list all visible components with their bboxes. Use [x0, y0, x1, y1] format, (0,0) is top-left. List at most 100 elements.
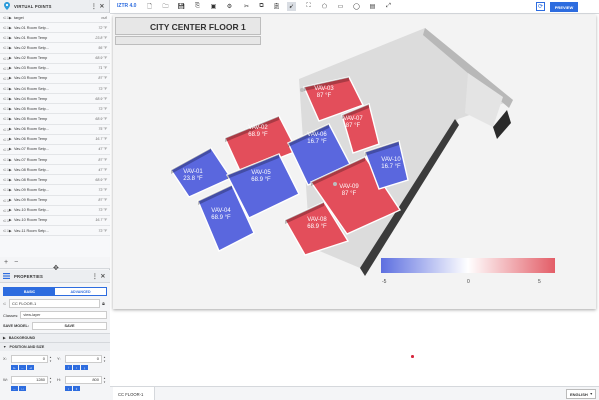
h-input[interactable]: 800	[65, 375, 102, 384]
ellipse-tool-icon[interactable]: ◯	[352, 2, 361, 11]
list-item[interactable]: ⊂⊃ ▶ Vav-10 Room Setp... 73 °F	[0, 206, 110, 216]
point-value: 72 °F	[98, 25, 107, 30]
settings-gear-icon[interactable]: ⚙	[225, 2, 234, 11]
point-name: Vav-04 Room Temp	[14, 96, 48, 101]
h-fill-button[interactable]: ⇳	[73, 386, 80, 391]
lock-icon[interactable]: 🔒︎	[100, 301, 107, 307]
paste-icon[interactable]: 📋︎	[272, 2, 281, 11]
rectangle-tool-icon[interactable]: ▭	[336, 2, 345, 11]
list-item[interactable]: ⊂⊃ ▶ Vav-06 Room Setp... 75 °F	[0, 125, 110, 135]
list-item[interactable]: ⊂⊃ ▶ Vav-06 Room Temp 16.7 °F	[0, 135, 110, 145]
polygon-tool-icon[interactable]: ⬠	[320, 2, 329, 11]
list-item[interactable]: ⊂⊃ ▶ Vav-03 Room Temp 87 °F	[0, 74, 110, 84]
list-item[interactable]: ⊂⊃ ▶ Vav-01 Room Setp... 72 °F	[0, 23, 110, 34]
list-item[interactable]: ⊂⊃ ▶ Vav-07 Room Temp 87 °F	[0, 155, 110, 166]
pointer-tool-icon[interactable]: ➹	[287, 2, 296, 11]
save-model-row: SAVE MODEL: SAVE	[3, 322, 107, 330]
point-name: Vav-09 Room Setp...	[14, 187, 49, 192]
list-item[interactable]: ⊂⊃ ▶ Vav-10 Room Temp 16.7 °F	[0, 216, 110, 226]
fullscreen-icon[interactable]: ⤢	[384, 2, 393, 11]
list-item[interactable]: ⊂⊃ ▶ Vav-04 Room Setp... 73 °F	[0, 84, 110, 95]
w-auto-button[interactable]: ↔	[11, 386, 18, 391]
room-name-label: VAV-05	[251, 170, 271, 176]
room-name-label: VAV-06	[307, 132, 327, 138]
crop-tool-icon[interactable]: ⛶	[304, 2, 313, 11]
cut-icon[interactable]: ✂	[242, 2, 251, 11]
list-item[interactable]: ⊂⊃ ▶ Vav-05 Room Setp... 73 °F	[0, 104, 110, 115]
list-item[interactable]: ⊂⊃ ▶ Vav-11 Room Setp... 73 °F	[0, 226, 110, 237]
point-value: 68.9 °F	[95, 116, 107, 121]
background-section-header[interactable]: ▶ BACKGROUND	[0, 333, 110, 342]
list-item[interactable]: ⊂⊃ ▶ target null	[0, 13, 110, 24]
list-item[interactable]: ⊂⊃ ▶ Vav-05 Room Temp 68.9 °F	[0, 114, 110, 125]
list-item[interactable]: ⊂⊃ ▶ Vav-04 Room Temp 68.9 °F	[0, 94, 110, 105]
align-center-v-button[interactable]: ↕	[73, 365, 80, 370]
open-folder-icon[interactable]: 🗀︎	[161, 2, 170, 11]
point-value: 87 °F	[98, 76, 107, 81]
w-stepper-icon[interactable]: ▴ ▾	[48, 376, 53, 384]
page-tab[interactable]: CC FLOOR-1	[113, 387, 155, 400]
align-center-h-button[interactable]: ↔	[19, 365, 26, 370]
position-grid: X: 0 ▴ ▾ ⇤ ↔ ⇥ Y: 0 ▴ ▾ ⤒ ↕ ⤓ W: 1280 ▴ …	[0, 351, 110, 391]
list-item[interactable]: ⊂⊃ ▶ Vav-03 Room Setp... 71 °F	[0, 64, 110, 74]
list-item[interactable]: ⊂⊃ ▶ Vav-01 Room Temp 23.8 °F	[0, 33, 110, 44]
align-top-button[interactable]: ⤒	[65, 365, 72, 370]
save-disk-icon[interactable]: 💾︎	[177, 2, 186, 11]
align-left-button[interactable]: ⇤	[11, 365, 18, 370]
list-item[interactable]: ⊂⊃ ▶ Vav-09 Room Setp... 73 °F	[0, 185, 110, 196]
align-right-button[interactable]: ⇥	[27, 365, 34, 370]
align-bottom-button[interactable]: ⤓	[81, 365, 88, 370]
copy-icon[interactable]: ⧉	[257, 2, 266, 11]
point-value: 23.8 °F	[95, 35, 107, 40]
remove-point-button[interactable]: −	[14, 259, 18, 266]
x-label: X:	[3, 356, 7, 361]
point-value: 68.9 °F	[95, 177, 107, 182]
layers-icon[interactable]: ▤	[368, 2, 377, 11]
new-file-icon[interactable]: 🗋︎	[145, 2, 154, 11]
x-input[interactable]: 0	[11, 354, 48, 363]
add-point-button[interactable]: +	[4, 259, 8, 266]
tab-advanced[interactable]: ADVANCED	[55, 288, 106, 295]
point-name: Vav-08 Room Temp	[14, 177, 48, 182]
export-icon[interactable]: ⎘	[193, 2, 202, 11]
w-input[interactable]: 1280	[11, 375, 48, 384]
name-field[interactable]: CC FLOOR-1	[9, 299, 100, 308]
bottom-bar: CC FLOOR-1 ENGLISH ▼	[110, 386, 599, 400]
room-temp-label: 16.7 °F	[307, 139, 327, 145]
list-item[interactable]: ⊂⊃ ▶ Vav-02 Room Temp 68.9 °F	[0, 54, 110, 64]
tab-basic[interactable]: BASIC	[4, 288, 55, 295]
y-input[interactable]: 0	[65, 354, 102, 363]
classes-field[interactable]: view-layer	[20, 311, 107, 319]
list-item[interactable]: ⊂⊃ ▶ Vav-08 Room Setp... 47 °F	[0, 165, 110, 176]
design-canvas[interactable]: CITY CENTER FLOOR 1 VAV-01 23.8 °F VAV-02 6…	[110, 14, 599, 386]
list-item[interactable]: ⊂⊃ ▶ Vav-08 Room Temp 68.9 °F	[0, 175, 110, 186]
list-item[interactable]: ⊂⊃ ▶ Vav-02 Room Setp... 56 °F	[0, 43, 110, 54]
preview-button[interactable]: PREVIEW	[550, 2, 578, 12]
list-item[interactable]: ⊂⊃ ▶ Vav-07 Room Setp... 47 °F	[0, 145, 110, 155]
sensor-dot[interactable]	[333, 182, 337, 186]
kebab-menu-icon[interactable]: ⋮	[90, 3, 98, 10]
w-fill-button[interactable]: ⇿	[19, 386, 26, 391]
properties-kebab-icon[interactable]: ⋮	[91, 273, 99, 280]
point-value: 56 °F	[98, 45, 107, 50]
save-button[interactable]: SAVE	[32, 322, 107, 330]
room-name-label: VAV-07	[343, 116, 363, 122]
h-stepper-icon[interactable]: ▴ ▾	[102, 376, 107, 384]
language-select[interactable]: ENGLISH ▼	[566, 389, 596, 399]
left-sidebar: VIRTUAL POINTS ⋮ ✕ ⊂⊃ ▶ target null ⊂⊃ ▶ Vav-0…	[0, 0, 110, 400]
room-name-label: VAV-03	[314, 86, 334, 92]
h-auto-button[interactable]: ↕	[65, 386, 72, 391]
list-item[interactable]: ⊂⊃ ▶ Vav-09 Room Temp 87 °F	[0, 196, 110, 206]
gallery-icon[interactable]: ▣	[209, 2, 218, 11]
x-stepper-icon[interactable]: ▴ ▾	[48, 355, 53, 363]
sensor-dot[interactable]	[300, 88, 304, 92]
room-name-label: VAV-01	[183, 169, 203, 175]
properties-close-icon[interactable]: ✕	[99, 273, 107, 280]
close-icon[interactable]: ✕	[98, 3, 106, 10]
room-temp-label: 87 °F	[317, 93, 332, 99]
refresh-icon[interactable]: ⟳	[536, 2, 545, 11]
point-name: Vav-10 Room Temp	[14, 218, 48, 223]
y-stepper-icon[interactable]: ▴ ▾	[102, 355, 107, 363]
floor-stage[interactable]: CITY CENTER FLOOR 1 VAV-01 23.8 °F VAV-02 6…	[113, 15, 596, 309]
position-section-header[interactable]: ▼ POSITION AND SIZE	[0, 342, 110, 351]
